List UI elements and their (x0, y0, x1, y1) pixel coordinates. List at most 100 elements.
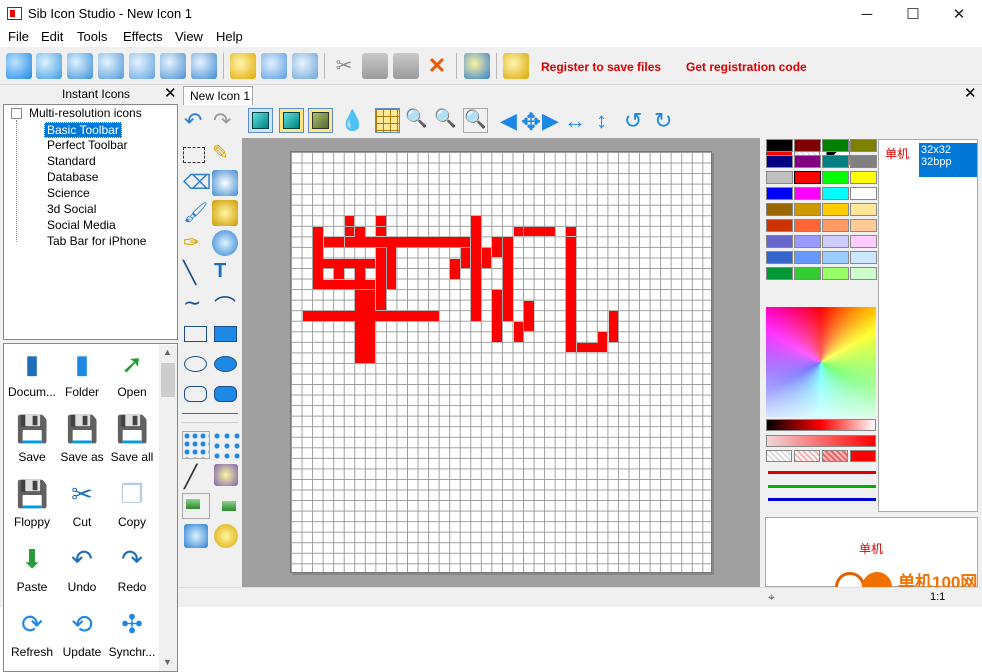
close-button[interactable]: ✕ (936, 0, 982, 28)
close-panel-button[interactable]: ✕ (164, 84, 177, 102)
menu-help[interactable]: Help (216, 29, 243, 44)
brush-icon[interactable]: 🖌 (183, 200, 209, 226)
palette-swatch[interactable] (850, 235, 877, 248)
filled-rectangle-icon[interactable] (214, 326, 237, 342)
palette-swatch[interactable] (794, 187, 821, 200)
view-mode-1-button[interactable] (248, 108, 273, 133)
palette-swatch[interactable] (822, 203, 849, 216)
palette-swatch[interactable] (794, 235, 821, 248)
red-channel-slider[interactable] (768, 471, 876, 474)
menu-edit[interactable]: Edit (41, 29, 63, 44)
new-icon-button[interactable] (6, 53, 32, 79)
tree-item-social-media[interactable]: Social Media (47, 218, 116, 232)
palette-swatch[interactable] (822, 171, 849, 184)
rectangle-icon[interactable] (184, 326, 207, 342)
minimize-button[interactable]: ─ (844, 0, 890, 28)
save-icon-button[interactable] (230, 53, 256, 79)
palette-swatch[interactable] (850, 187, 877, 200)
tree-root[interactable]: Multi-resolution icons (29, 106, 142, 120)
palette-swatch[interactable] (766, 203, 793, 216)
palette-swatch[interactable] (794, 251, 821, 264)
alpha-swatch-1[interactable] (794, 450, 820, 462)
line-icon[interactable]: ╲ (183, 260, 209, 286)
brush-shape-2[interactable] (212, 431, 240, 459)
redo-icon[interactable]: ↷ (213, 108, 238, 133)
bucket-icon[interactable] (212, 200, 238, 226)
ellipse-icon[interactable] (184, 356, 207, 372)
tree-item-science[interactable]: Science (47, 186, 90, 200)
layer-mode-1[interactable] (182, 493, 210, 519)
paste-button[interactable] (393, 53, 419, 79)
color-picker-icon[interactable] (212, 230, 238, 256)
brightness-slider[interactable] (766, 419, 876, 431)
palette-swatch[interactable] (822, 235, 849, 248)
tree-item-standard[interactable]: Standard (47, 154, 96, 168)
delete-button[interactable]: ✕ (424, 53, 450, 79)
zoom-actual-icon[interactable]: 🔍 (463, 108, 488, 133)
palette-lock-icon[interactable] (214, 524, 238, 548)
menu-tools[interactable]: Tools (77, 29, 107, 44)
menu-file[interactable]: File (8, 29, 29, 44)
collapse-toggle-icon[interactable] (11, 108, 22, 119)
menu-effects[interactable]: Effects (123, 29, 163, 44)
color-spectrum[interactable] (766, 307, 876, 417)
palette-swatch[interactable] (850, 171, 877, 184)
register-link[interactable]: Register to save files (541, 60, 661, 74)
gallery-item[interactable]: ⬇ Paste (7, 541, 57, 603)
palette-swatch[interactable] (794, 219, 821, 232)
palette-swatch[interactable] (766, 219, 793, 232)
gallery-item[interactable]: 💾 Save (7, 411, 57, 473)
alpha-swatch-3[interactable] (850, 450, 876, 462)
palette-swatch[interactable] (766, 267, 793, 280)
alpha-swatch-0[interactable] (766, 450, 792, 462)
grid-toggle-button[interactable] (375, 108, 400, 133)
key-icon[interactable] (503, 53, 529, 79)
gallery-item[interactable]: ❐ Copy (107, 476, 157, 538)
palette-swatch[interactable] (850, 155, 877, 168)
palette-swatch[interactable] (766, 139, 793, 152)
palette-swatch[interactable] (822, 187, 849, 200)
export-button[interactable] (261, 53, 287, 79)
view-mode-2-button[interactable] (279, 108, 304, 133)
palette-swatch[interactable] (822, 219, 849, 232)
palette-swatch[interactable] (822, 139, 849, 152)
alpha-swatch-2[interactable] (822, 450, 848, 462)
gallery-scrollbar[interactable]: ▲ ▼ (159, 345, 177, 671)
undo-icon[interactable]: ↶ (184, 108, 209, 133)
effect-brush-icon[interactable] (214, 464, 238, 486)
gallery-item[interactable]: ↷ Redo (107, 541, 157, 603)
palette-swatch[interactable] (794, 267, 821, 280)
tree-item-basic-toolbar[interactable]: Basic Toolbar (44, 122, 122, 138)
gallery-item[interactable]: ⟲ Update (57, 606, 107, 668)
tree-item-tab-bar-iphone[interactable]: Tab Bar for iPhone (47, 234, 146, 248)
rounded-rect-icon[interactable] (184, 386, 207, 402)
gallery-item[interactable]: ✂ Cut (57, 476, 107, 538)
palette-swatch[interactable] (794, 155, 821, 168)
scroll-down-icon[interactable]: ▼ (163, 657, 172, 667)
library-button[interactable] (98, 53, 124, 79)
palette-swatch[interactable] (766, 251, 793, 264)
zoom-in-icon[interactable]: 🔍 (405, 108, 430, 133)
airbrush-icon[interactable]: ✑ (183, 230, 209, 256)
line-width-selector[interactable] (182, 413, 238, 423)
gallery-item[interactable]: ▮ Docum... (7, 346, 57, 408)
test-icon-button[interactable] (464, 53, 490, 79)
palette-swatch[interactable] (822, 267, 849, 280)
palette-swatch[interactable] (850, 139, 877, 152)
palette-swatch[interactable] (766, 171, 793, 184)
gallery-item[interactable]: 💾 Floppy (7, 476, 57, 538)
lock-image-icon[interactable] (184, 524, 208, 548)
transparency-icon[interactable]: 💧 (340, 108, 365, 133)
gallery-item[interactable]: ↶ Undo (57, 541, 107, 603)
palette-swatch[interactable] (850, 219, 877, 232)
capture-button[interactable] (160, 53, 186, 79)
select-rect-tool[interactable] (183, 147, 205, 163)
pixel-grid[interactable] (290, 151, 712, 573)
palette-swatch[interactable] (766, 155, 793, 168)
palette-swatch[interactable] (766, 187, 793, 200)
tree-item-perfect-toolbar[interactable]: Perfect Toolbar (47, 138, 128, 152)
palette-swatch[interactable] (850, 267, 877, 280)
filled-rounded-rect-icon[interactable] (214, 386, 237, 402)
zoom-out-icon[interactable]: 🔍 (434, 108, 459, 133)
rotate-left-icon[interactable]: ↺ (624, 108, 649, 133)
